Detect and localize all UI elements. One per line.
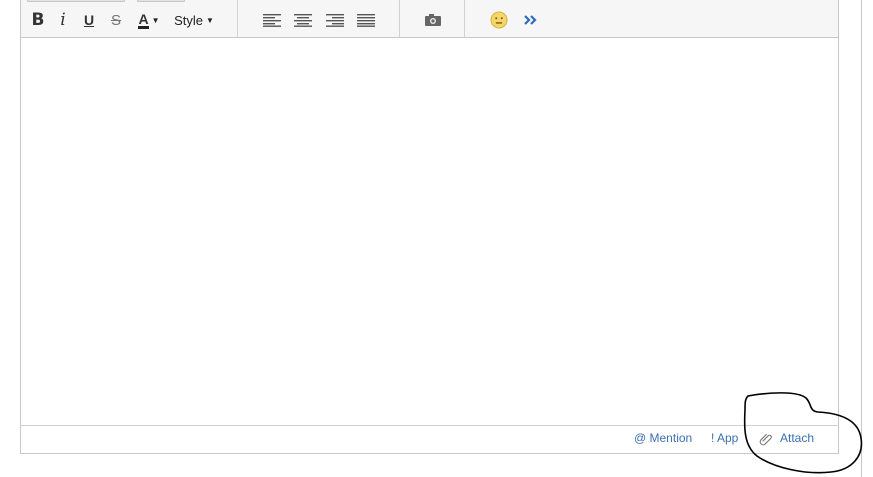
- underline-button[interactable]: U: [81, 10, 97, 30]
- font-color-icon: A: [138, 10, 149, 29]
- page: B i U S A ▼ Style ▼ @ Mention ! App Atta…: [0, 0, 873, 477]
- strikethrough-button[interactable]: S: [109, 10, 123, 30]
- rich-text-editor: B i U S A ▼ Style ▼ @ Mention ! App Atta…: [20, 0, 839, 454]
- app-button[interactable]: ! App: [711, 431, 738, 445]
- editor-toolbar: B i U S A ▼ Style ▼: [21, 0, 838, 38]
- font-color-button[interactable]: A ▼: [135, 10, 163, 30]
- justify-button[interactable]: [355, 10, 377, 30]
- font-size-select[interactable]: [137, 0, 185, 2]
- camera-icon: [425, 14, 441, 26]
- page-border: [861, 0, 862, 477]
- chevron-down-icon: ▼: [205, 15, 214, 25]
- align-left-icon: [263, 14, 281, 27]
- align-center-icon: [294, 14, 312, 27]
- align-left-button[interactable]: [261, 10, 283, 30]
- mention-button[interactable]: @ Mention: [634, 431, 692, 445]
- editor-footer: @ Mention ! App Attach: [21, 425, 838, 453]
- justify-icon: [357, 14, 375, 27]
- align-right-icon: [326, 14, 344, 27]
- insert-image-button[interactable]: [423, 10, 443, 30]
- align-center-button[interactable]: [292, 10, 314, 30]
- toolbar-divider: [237, 0, 238, 37]
- align-right-button[interactable]: [324, 10, 346, 30]
- italic-button[interactable]: i: [56, 10, 70, 30]
- more-tools-button[interactable]: [521, 10, 541, 30]
- style-dropdown-label: Style: [174, 12, 203, 28]
- font-family-select[interactable]: [27, 0, 125, 2]
- style-dropdown[interactable]: Style ▼: [171, 10, 217, 30]
- smiley-icon: [490, 11, 508, 29]
- emoji-button[interactable]: [489, 10, 509, 30]
- double-chevron-right-icon: [524, 15, 537, 25]
- attach-button[interactable]: Attach: [780, 431, 814, 445]
- toolbar-divider: [464, 0, 465, 37]
- bold-button[interactable]: B: [29, 10, 47, 30]
- paperclip-icon: [759, 432, 773, 449]
- toolbar-divider: [399, 0, 400, 37]
- editor-content-area[interactable]: [21, 38, 838, 425]
- chevron-down-icon: ▼: [151, 15, 160, 25]
